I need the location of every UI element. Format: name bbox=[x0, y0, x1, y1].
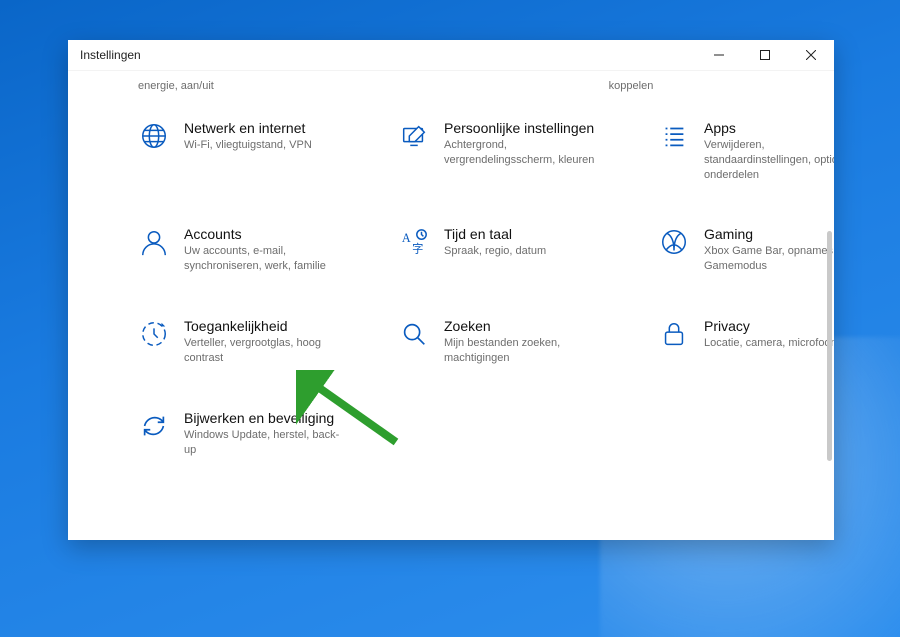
settings-window: Instellingen energie, aan/uit koppelen bbox=[68, 40, 834, 540]
tile-subtitle: Xbox Game Bar, opnames, Gamemodus bbox=[704, 244, 834, 274]
tile-update-security[interactable]: Bijwerken en beveiliging Windows Update,… bbox=[138, 410, 348, 458]
tile-ease-of-access[interactable]: Toegankelijkheid Verteller, vergrootglas… bbox=[138, 318, 348, 366]
maximize-button[interactable] bbox=[742, 40, 788, 70]
svg-text:字: 字 bbox=[412, 242, 423, 256]
partial-tile-subtitle: koppelen bbox=[609, 79, 794, 94]
settings-content: energie, aan/uit koppelen Netwerk en int… bbox=[68, 71, 834, 540]
tile-subtitle: Wi-Fi, vliegtuigstand, VPN bbox=[184, 138, 312, 153]
settings-grid: Netwerk en internet Wi-Fi, vliegtuigstan… bbox=[138, 120, 794, 458]
apps-list-icon bbox=[658, 120, 690, 152]
person-icon bbox=[138, 226, 170, 258]
tile-title: Netwerk en internet bbox=[184, 120, 312, 136]
tile-title: Bijwerken en beveiliging bbox=[184, 410, 348, 426]
tile-title: Toegankelijkheid bbox=[184, 318, 348, 334]
tile-subtitle: Verwijderen, standaardinstellingen, opti… bbox=[704, 138, 834, 183]
minimize-button[interactable] bbox=[696, 40, 742, 70]
tile-search[interactable]: Zoeken Mijn bestanden zoeken, machtiging… bbox=[398, 318, 608, 366]
tile-title: Tijd en taal bbox=[444, 226, 546, 242]
tile-privacy[interactable]: Privacy Locatie, camera, microfoon bbox=[658, 318, 834, 366]
partial-tile-subtitle bbox=[373, 79, 558, 94]
tile-subtitle: Mijn bestanden zoeken, machtigingen bbox=[444, 336, 608, 366]
tile-title: Zoeken bbox=[444, 318, 608, 334]
tile-title: Gaming bbox=[704, 226, 834, 242]
globe-icon bbox=[138, 120, 170, 152]
update-sync-icon bbox=[138, 410, 170, 442]
svg-text:A: A bbox=[402, 231, 411, 245]
tile-title: Privacy bbox=[704, 318, 834, 334]
titlebar: Instellingen bbox=[68, 40, 834, 71]
close-button[interactable] bbox=[788, 40, 834, 70]
tile-title: Apps bbox=[704, 120, 834, 136]
search-icon bbox=[398, 318, 430, 350]
window-title: Instellingen bbox=[80, 48, 141, 62]
partial-tile-subtitle: energie, aan/uit bbox=[138, 79, 323, 94]
tile-subtitle: Achtergrond, vergrendelingsscherm, kleur… bbox=[444, 138, 608, 168]
tile-subtitle: Verteller, vergrootglas, hoog contrast bbox=[184, 336, 348, 366]
tile-subtitle: Spraak, regio, datum bbox=[444, 244, 546, 259]
xbox-icon bbox=[658, 226, 690, 258]
tile-title: Persoonlijke instellingen bbox=[444, 120, 608, 136]
window-controls bbox=[696, 40, 834, 70]
personalization-icon bbox=[398, 120, 430, 152]
tile-subtitle: Locatie, camera, microfoon bbox=[704, 336, 834, 351]
tile-subtitle: Uw accounts, e-mail, synchroniseren, wer… bbox=[184, 244, 348, 274]
partial-previous-row: energie, aan/uit koppelen bbox=[138, 71, 794, 94]
tile-network[interactable]: Netwerk en internet Wi-Fi, vliegtuigstan… bbox=[138, 120, 348, 183]
tile-subtitle: Windows Update, herstel, back-up bbox=[184, 428, 348, 458]
tile-apps[interactable]: Apps Verwijderen, standaardinstellingen,… bbox=[658, 120, 834, 183]
tile-personalization[interactable]: Persoonlijke instellingen Achtergrond, v… bbox=[398, 120, 608, 183]
tile-accounts[interactable]: Accounts Uw accounts, e-mail, synchronis… bbox=[138, 226, 348, 274]
vertical-scrollbar[interactable] bbox=[827, 231, 832, 461]
tile-gaming[interactable]: Gaming Xbox Game Bar, opnames, Gamemodus bbox=[658, 226, 834, 274]
tile-time-language[interactable]: A 字 Tijd en taal Spraak, regio, datum bbox=[398, 226, 608, 274]
tile-title: Accounts bbox=[184, 226, 348, 242]
lock-icon bbox=[658, 318, 690, 350]
ease-of-access-icon bbox=[138, 318, 170, 350]
time-language-icon: A 字 bbox=[398, 226, 430, 258]
